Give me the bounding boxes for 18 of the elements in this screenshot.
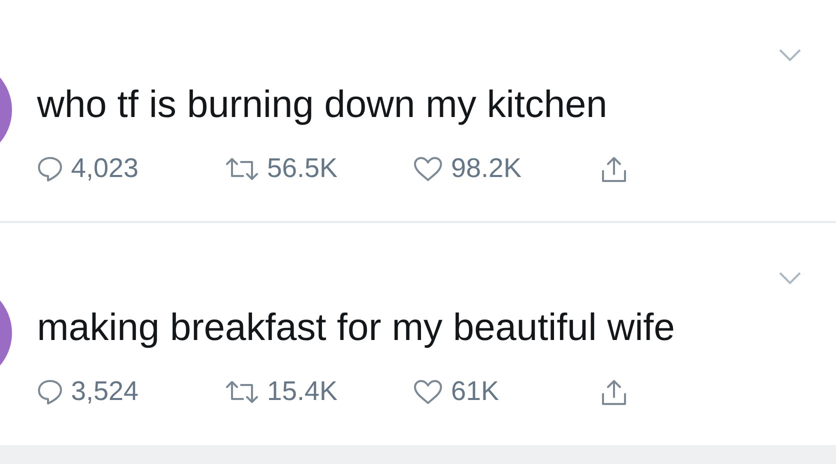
tweet-text: who tf is burning down my kitchen	[37, 84, 608, 127]
share-icon[interactable]	[601, 378, 627, 406]
reply-count: 3,524	[71, 376, 139, 408]
tweet-text: making breakfast for my beautiful wife	[37, 307, 676, 350]
share-icon[interactable]	[601, 154, 627, 182]
like-count: 61K	[451, 376, 500, 408]
reply-icon[interactable]	[37, 378, 63, 405]
retweet-icon[interactable]	[225, 380, 259, 404]
reply-icon[interactable]	[37, 156, 63, 182]
retweet-count: 15.4K	[267, 376, 338, 408]
reply-count: 4,023	[71, 153, 139, 184]
like-count: 98.2K	[451, 153, 522, 184]
heart-icon[interactable]	[413, 156, 443, 182]
caret-icon[interactable]	[778, 48, 802, 62]
heart-icon[interactable]	[413, 378, 443, 405]
retweet-icon[interactable]	[225, 156, 259, 180]
caret-icon[interactable]	[778, 271, 802, 286]
retweet-count: 56.5K	[267, 153, 338, 184]
